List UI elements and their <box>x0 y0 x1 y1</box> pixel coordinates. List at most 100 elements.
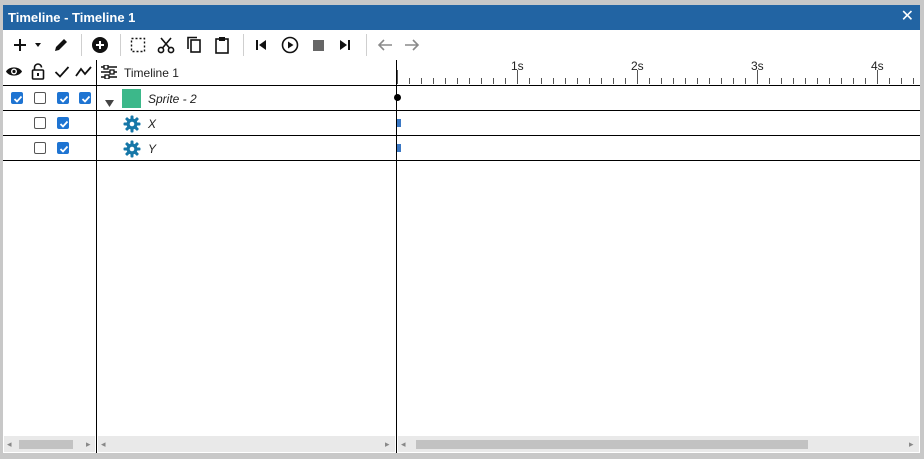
skip-to-start-button[interactable] <box>252 34 270 56</box>
curve-checkbox[interactable] <box>79 92 91 104</box>
toolbar <box>3 30 920 60</box>
edit-button[interactable] <box>51 34 71 56</box>
paste-button[interactable] <box>212 34 232 56</box>
time-ruler[interactable]: 1s 2s 3s 4s <box>397 59 920 85</box>
ruler-minor-tick <box>829 78 830 84</box>
ruler-minor-tick <box>529 78 530 84</box>
edit-icon <box>55 39 67 51</box>
ruler-minor-tick <box>577 78 578 84</box>
ruler-label: 4s <box>871 59 884 73</box>
add-dropdown-button[interactable] <box>33 34 43 56</box>
skip-to-end-icon <box>340 40 350 50</box>
visibility-header[interactable] <box>5 65 23 83</box>
copy-icon <box>187 36 201 53</box>
gear-icon <box>123 115 141 133</box>
add-keyframe-icon <box>92 37 108 53</box>
ruler-minor-tick <box>553 78 554 84</box>
track-label-sprite: Sprite - 2 <box>148 92 197 106</box>
row-divider <box>3 85 920 86</box>
check-icon <box>54 66 70 78</box>
expand-toggle[interactable] <box>105 94 114 112</box>
select-region-icon <box>130 37 146 53</box>
ruler-minor-tick <box>805 78 806 84</box>
ruler-minor-tick <box>589 78 590 84</box>
redo-arrow-icon <box>405 39 420 51</box>
add-button[interactable] <box>11 34 29 56</box>
enabled-header[interactable] <box>54 65 70 83</box>
ruler-major-tick <box>397 70 398 84</box>
toolbar-separator <box>120 34 121 56</box>
enabled-checkbox[interactable] <box>57 92 69 104</box>
visibility-checkbox[interactable] <box>11 92 23 104</box>
gear-icon <box>123 140 141 158</box>
eye-icon <box>6 67 22 76</box>
add-icon <box>14 39 26 51</box>
ruler-minor-tick <box>841 78 842 84</box>
window-title: Timeline - Timeline 1 <box>8 10 136 25</box>
ruler-minor-tick <box>457 78 458 84</box>
scroll-left-arrow[interactable]: ◂ <box>101 440 106 449</box>
select-region-button[interactable] <box>128 34 148 56</box>
timeline-icon <box>101 64 117 80</box>
scroll-right-arrow[interactable]: ▸ <box>909 440 914 449</box>
skip-to-start-icon <box>256 40 266 50</box>
timeline-window: Timeline - Timeline 1 ✕ Timeline 1 1s 2s… <box>0 0 924 459</box>
scroll-left-arrow[interactable]: ◂ <box>7 440 12 449</box>
ruler-label: 1s <box>511 59 524 73</box>
ruler-minor-tick <box>421 78 422 84</box>
lock-header[interactable] <box>31 63 45 85</box>
ruler-minor-tick <box>793 78 794 84</box>
lock-checkbox[interactable] <box>34 117 46 129</box>
scroll-left-arrow[interactable]: ◂ <box>401 440 406 449</box>
lock-checkbox[interactable] <box>34 92 46 104</box>
add-dropdown-icon <box>35 43 41 47</box>
horizontal-scrollbar[interactable]: ◂ ▸ <box>398 436 919 452</box>
toolbar-separator <box>366 34 367 56</box>
ruler-label: 2s <box>631 59 644 73</box>
play-button[interactable] <box>279 34 301 56</box>
scroll-right-arrow[interactable]: ▸ <box>86 440 91 449</box>
property-icon <box>123 140 141 163</box>
enabled-checkbox[interactable] <box>57 117 69 129</box>
curve-header[interactable] <box>75 65 93 83</box>
collapse-triangle-icon <box>105 100 114 107</box>
skip-to-end-button[interactable] <box>336 34 354 56</box>
undo-button[interactable] <box>375 34 395 56</box>
ruler-minor-tick <box>541 78 542 84</box>
title-bar: Timeline - Timeline 1 ✕ <box>3 5 920 30</box>
ruler-minor-tick <box>649 78 650 84</box>
ruler-minor-tick <box>673 78 674 84</box>
add-keyframe-button[interactable] <box>89 34 111 56</box>
keyframe-marker[interactable] <box>394 94 401 101</box>
ruler-minor-tick <box>745 78 746 84</box>
horizontal-scrollbar[interactable]: ◂ ▸ <box>98 436 395 452</box>
scrollbar-thumb[interactable] <box>19 440 73 449</box>
redo-button[interactable] <box>402 34 422 56</box>
ruler-minor-tick <box>817 78 818 84</box>
cut-button[interactable] <box>156 34 176 56</box>
ruler-minor-tick <box>433 78 434 84</box>
curve-icon <box>75 66 92 77</box>
column-divider[interactable] <box>96 60 97 453</box>
ruler-minor-tick <box>565 78 566 84</box>
keyframe-marker[interactable] <box>397 119 401 127</box>
ruler-minor-tick <box>733 78 734 84</box>
stop-button[interactable] <box>309 34 327 56</box>
keyframe-marker[interactable] <box>397 144 401 152</box>
copy-button[interactable] <box>184 34 204 56</box>
lock-checkbox[interactable] <box>34 142 46 154</box>
ruler-label: 3s <box>751 59 764 73</box>
ruler-minor-tick <box>901 78 902 84</box>
close-button[interactable]: ✕ <box>901 8 914 26</box>
row-divider <box>3 110 920 111</box>
enabled-checkbox[interactable] <box>57 142 69 154</box>
scroll-right-arrow[interactable]: ▸ <box>385 440 390 449</box>
undo-arrow-icon <box>377 39 392 51</box>
toolbar-separator <box>243 34 244 56</box>
timeline-name: Timeline 1 <box>124 66 179 80</box>
scrollbar-thumb[interactable] <box>416 440 808 449</box>
track-label-y: Y <box>148 142 157 156</box>
horizontal-scrollbar[interactable]: ◂ ▸ <box>4 436 95 452</box>
ruler-minor-tick <box>493 78 494 84</box>
ruler-minor-tick <box>445 78 446 84</box>
